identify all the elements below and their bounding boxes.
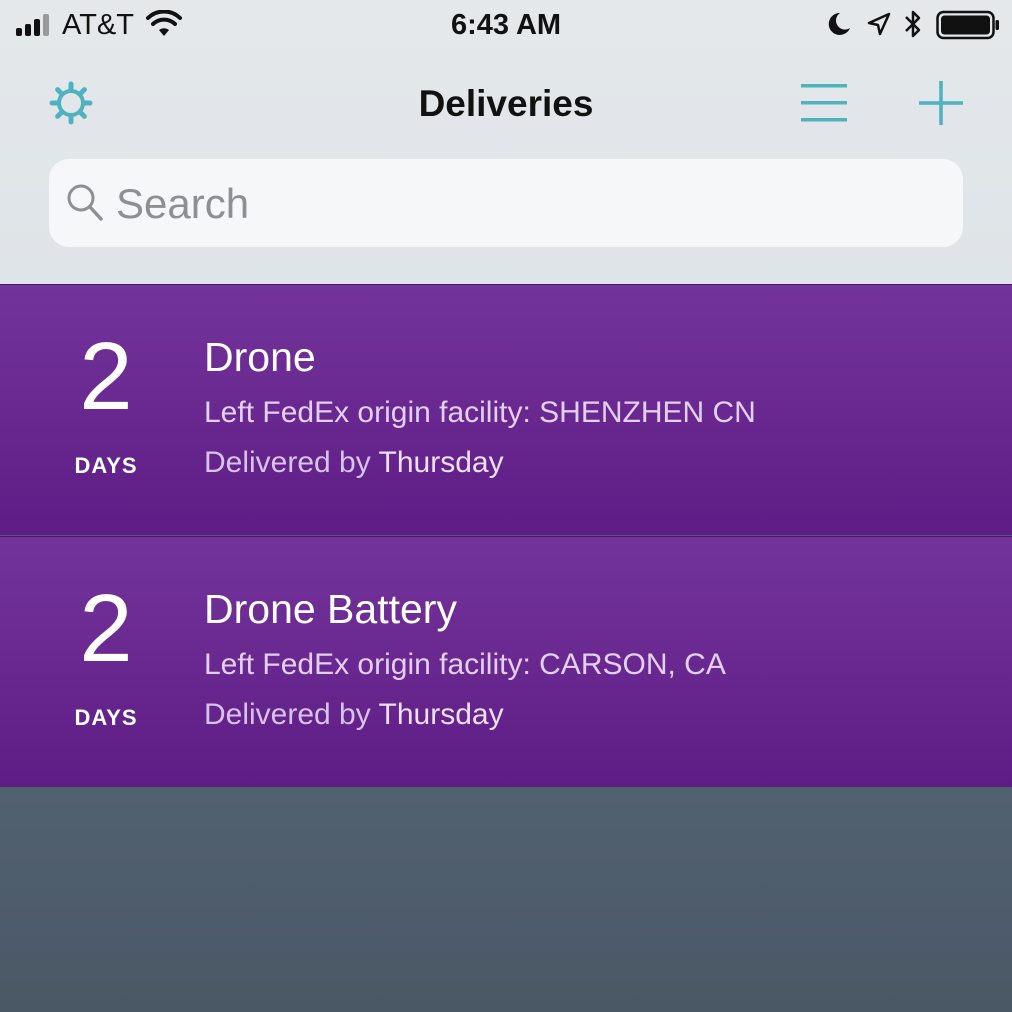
status-bar: AT&T 6:43 AM — [0, 0, 1012, 50]
days-label: DAYS — [74, 705, 138, 730]
plus-icon[interactable] — [916, 80, 966, 126]
eta-day: Thursday — [378, 446, 504, 479]
location-arrow-icon — [867, 12, 891, 36]
eta-prefix: Delivered by — [204, 446, 371, 479]
menu-icon[interactable] — [800, 82, 848, 124]
days-label: DAYS — [74, 453, 138, 478]
search-input[interactable]: Search — [116, 179, 936, 229]
delivery-eta: Delivered by Thursday — [204, 697, 504, 733]
eta-prefix: Delivered by — [204, 698, 371, 731]
clock: 6:43 AM — [450, 9, 562, 41]
page-title: Deliveries — [418, 83, 594, 124]
delivery-eta: Delivered by Thursday — [204, 445, 504, 481]
battery-icon — [936, 10, 999, 40]
delivery-status: Left FedEx origin facility: CARSON, CA — [204, 648, 726, 681]
days-remaining: 2 — [79, 575, 133, 682]
delivery-row[interactable]: 2 DAYS Drone Left FedEx origin facility:… — [0, 284, 1012, 535]
delivery-row[interactable]: 2 DAYS Drone Battery Left FedEx origin f… — [0, 536, 1012, 787]
bluetooth-icon — [905, 10, 921, 38]
eta-day: Thursday — [378, 698, 504, 731]
delivery-status: Left FedEx origin facility: SHENZHEN CN — [204, 396, 756, 429]
empty-area — [0, 788, 1012, 1012]
do-not-disturb-icon — [828, 12, 850, 35]
days-remaining: 2 — [79, 323, 133, 430]
delivery-name: Drone Battery — [204, 586, 457, 632]
delivery-name: Drone — [204, 334, 316, 380]
search-icon — [67, 184, 103, 221]
